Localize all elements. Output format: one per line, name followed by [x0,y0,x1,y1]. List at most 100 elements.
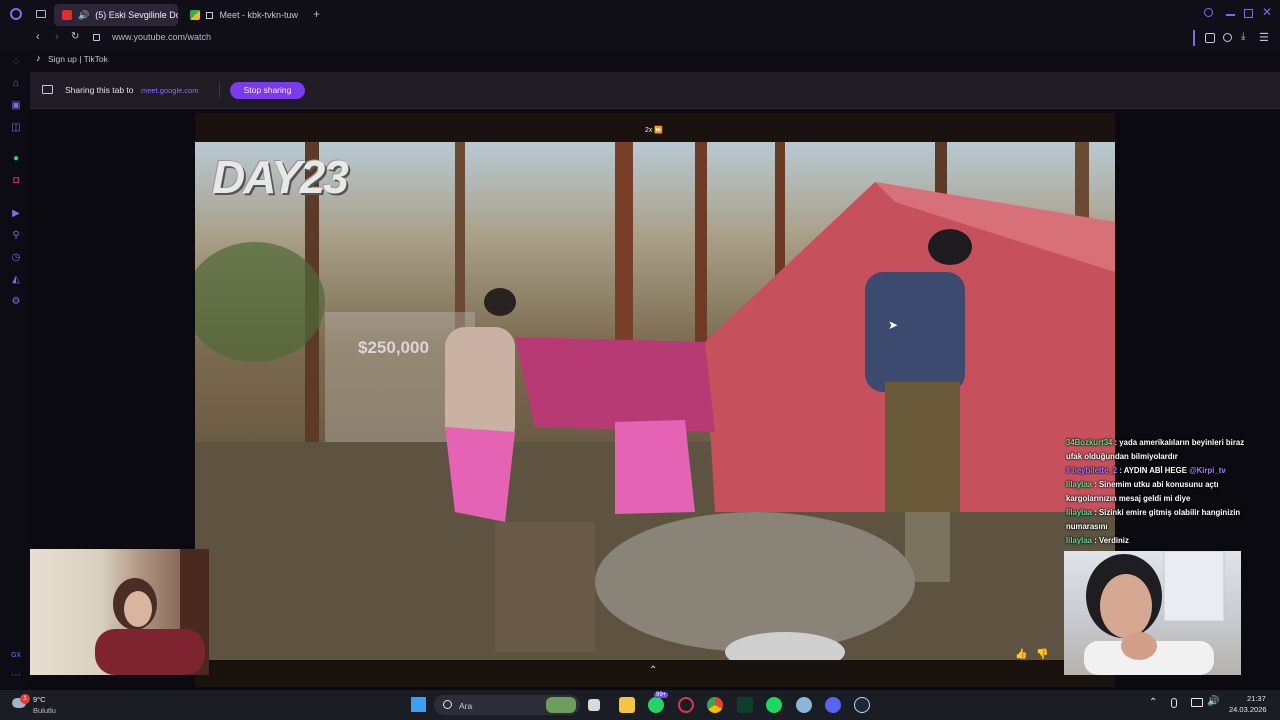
opera-gx-icon[interactable] [678,697,694,713]
tray-chevron-icon[interactable]: ⌃ [1149,697,1157,708]
windows-taskbar: 1 9°C Bulutlu Ara 99+ ⌃ 🔊 21:37 24.03.20… [0,690,1280,720]
webcam-right [1064,551,1241,675]
chat-username: 34Bozkurt34 [1066,438,1113,447]
chat-username: lilaylaa [1066,480,1093,489]
tab-menu-icon[interactable] [36,10,46,18]
sharing-domain: meet.google.com [141,86,199,95]
chat-mention: @Kirpi_tv [1189,466,1226,475]
tiktok-icon: ♪ [36,53,41,63]
chat-message: lilaylaa : Sizinki emire gitmiş olabilir… [1066,506,1246,534]
sharing-text: Sharing this tab to [65,85,134,95]
tab-bar: 🔊 (5) Eski Sevgilinle Doğ Meet - kbk-tvk… [0,0,1280,28]
maximize-icon[interactable] [1244,9,1253,18]
expand-icon[interactable]: ⌃ [649,665,657,676]
youtube-icon [62,10,72,20]
chat-username: heybilette_2 [1072,466,1118,475]
webcam-left [30,549,209,675]
menu-icon[interactable]: ☰ [1259,31,1269,44]
network-icon[interactable] [1191,698,1203,707]
search-icon [443,700,452,709]
screen-share-icon [206,11,214,19]
search-placeholder: Ara [459,701,473,711]
history-icon[interactable]: ◷ [10,252,22,264]
tab-sharing-bar: Sharing this tab to meet.google.com Stop… [30,72,1280,109]
reload-icon[interactable]: ↻ [71,31,79,42]
player-icon[interactable]: ▶ [10,208,22,220]
game-icon[interactable]: ▣ [10,100,22,112]
minimize-icon[interactable] [1226,14,1235,16]
messenger-icon[interactable]: ◫ [10,122,22,134]
volume-icon[interactable]: 🔊 [1207,696,1219,707]
gx-icon[interactable]: GX [10,650,22,662]
close-icon[interactable]: ✕ [1262,5,1272,19]
chat-message: ǁ heybilette_2 : AYDIN ABİ HEGE @Kirpi_t… [1066,464,1246,478]
webcam-right-scene [1084,551,1225,675]
notification-badge: 1 [20,694,30,704]
opera-sidebar: ◌ ⌂ ▣ ◫ ● ◘ ▶ ⚲ ◷ ◭ ⚙ GX ⋯ [0,50,30,690]
discord-icon[interactable] [825,697,841,713]
profile-icon[interactable] [1223,33,1232,42]
taskbar-search-box[interactable]: Ara [434,695,580,715]
steam-icon[interactable] [854,697,870,713]
webcam-left-scene [95,549,209,675]
tab-meet[interactable]: Meet - kbk-tvkn-tuw [182,4,306,26]
video-scene [195,142,1115,660]
aria-icon[interactable]: ◌ [10,56,22,68]
whatsapp-badge: 99+ [654,692,669,698]
prize-amount: $250,000 [358,338,429,357]
file-explorer-icon[interactable] [619,697,635,713]
search-highlight-icon [546,697,576,713]
mouse-cursor-icon: ➤ [888,318,899,332]
pin-icon[interactable]: ⚲ [10,230,22,242]
chrome-icon[interactable] [707,697,723,713]
workspace-icon[interactable]: ⌂ [10,78,22,90]
whatsapp-taskbar-icon[interactable] [648,697,664,713]
instagram-icon[interactable]: ◘ [10,175,22,187]
chat-username: lilaylaa [1066,508,1093,517]
microphone-icon[interactable] [1171,698,1177,708]
tab-youtube[interactable]: 🔊 (5) Eski Sevgilinle Doğ [54,4,178,26]
chat-icon[interactable]: ◭ [10,274,22,286]
clock-date[interactable]: 24.03.2026 [1229,705,1267,714]
opera-logo-icon[interactable] [10,8,22,20]
day-title: DAY23 [212,151,349,203]
terminal-icon[interactable] [737,697,753,713]
settings-gear-icon[interactable] [796,697,812,713]
chat-text: : AYDIN ABİ HEGE [1119,466,1187,475]
screen-share-icon [42,85,53,94]
sidebar-accent-line [1193,30,1195,46]
chat-badge-icon: ǁ [1066,466,1070,475]
chat-message: lilaylaa : Verdiniz [1066,534,1246,548]
more-icon[interactable]: ⋯ [10,670,22,682]
windows-start-icon[interactable] [411,697,426,712]
dislike-icon[interactable]: 👎 [1036,649,1048,660]
search-tabs-icon[interactable] [1204,8,1213,17]
bookmark-tiktok[interactable]: Sign up | TikTok [48,54,108,64]
stop-sharing-button[interactable]: Stop sharing [230,82,305,99]
task-view-icon[interactable] [588,699,600,711]
settings-icon[interactable]: ⚙ [10,296,22,308]
chat-message: 34Bozkurt34 : yada amerikalıların beyinl… [1066,436,1246,464]
forward-icon[interactable]: › [55,31,59,43]
download-icon[interactable]: ⤓ [1241,31,1245,42]
clock-time[interactable]: 21:37 [1247,694,1266,703]
bookmarks-bar: ♪ Sign up | TikTok [30,50,1280,68]
back-icon[interactable]: ‹ [36,31,40,43]
url-field[interactable]: www.youtube.com/watch [112,32,211,42]
spotify-icon[interactable] [766,697,782,713]
whatsapp-icon[interactable]: ● [10,153,22,165]
lock-icon [93,34,100,41]
weather-temp[interactable]: 9°C [33,695,46,704]
video-frame[interactable] [195,142,1115,660]
new-tab-button[interactable]: + [313,7,320,21]
chat-overlay: 34Bozkurt34 : yada amerikalıların beyinl… [1066,436,1246,548]
chat-message: lilaylaa : Sinemim utku abi konusunu açt… [1066,478,1246,506]
extensions-icon[interactable] [1205,33,1215,43]
chat-text: : Verdiniz [1094,536,1129,545]
tab-label: Meet - kbk-tvkn-tuw [219,10,298,20]
speaker-icon: 🔊 [78,9,90,20]
chat-text: : Sizinki emire gitmiş olabilir hanginiz… [1066,508,1241,531]
like-icon[interactable]: 👍 [1015,649,1027,660]
weather-desc[interactable]: Bulutlu [33,706,56,715]
google-meet-icon [190,10,200,20]
